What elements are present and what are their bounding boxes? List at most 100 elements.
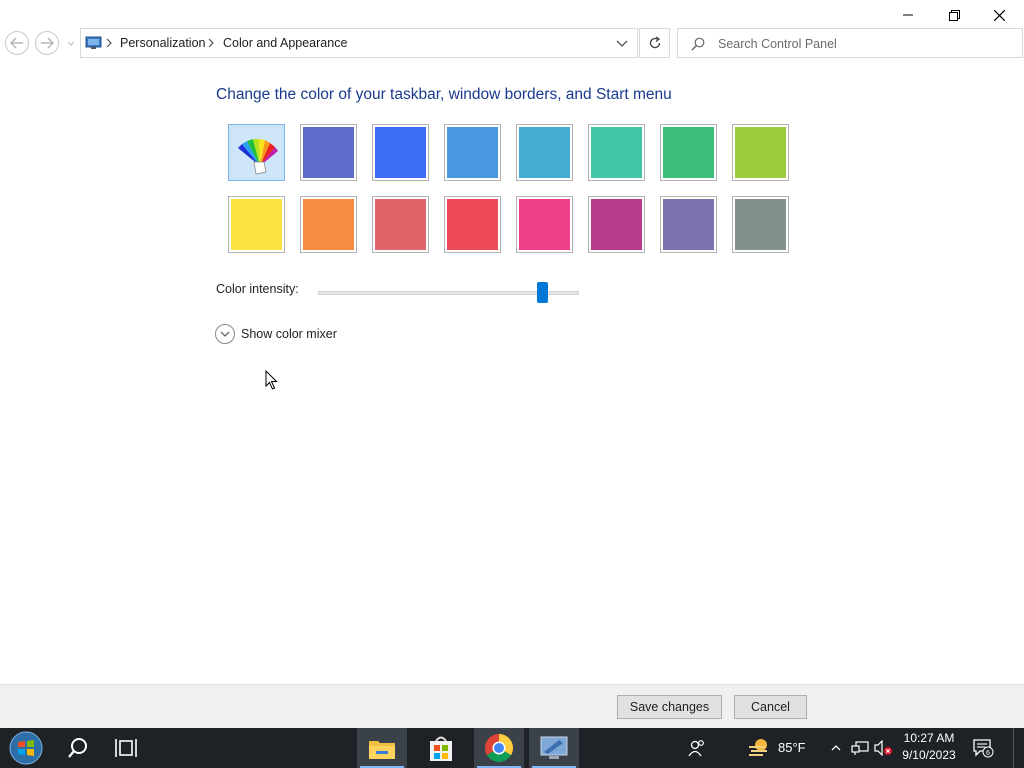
swatch-gray-green[interactable] — [732, 196, 789, 253]
cancel-button[interactable]: Cancel — [734, 695, 807, 719]
swatch-slate-blue[interactable] — [300, 124, 357, 181]
control-panel-icon — [85, 36, 102, 49]
search-taskbar-button[interactable] — [56, 728, 100, 768]
show-desktop-button[interactable] — [1013, 728, 1024, 768]
swatch-bright-blue[interactable] — [372, 124, 429, 181]
swatch-fill — [447, 127, 498, 178]
expand-circle — [215, 324, 235, 344]
clock-date: 9/10/2023 — [902, 748, 956, 762]
clock-time: 10:27 AM — [903, 731, 955, 745]
start-button[interactable] — [0, 728, 52, 768]
notification-count: 6 — [986, 750, 990, 757]
restore-icon — [948, 9, 960, 21]
task-view-icon — [115, 739, 137, 757]
swatch-fill — [375, 199, 426, 250]
back-button[interactable] — [5, 31, 29, 55]
forward-arrow-icon — [41, 37, 54, 49]
swatch-fill — [303, 127, 354, 178]
swatch-fill — [303, 199, 354, 250]
task-view-button[interactable] — [104, 728, 148, 768]
swatch-fill — [591, 127, 642, 178]
swatch-fill — [663, 127, 714, 178]
swatch-fill — [232, 128, 281, 177]
windows-start-orb-icon — [9, 731, 43, 765]
dialog-footer: Save changes Cancel — [0, 684, 1024, 728]
swatch-teal-blue[interactable] — [516, 124, 573, 181]
page-title: Change the color of your taskbar, window… — [216, 86, 672, 103]
taskbar-remote-desktop[interactable] — [529, 728, 579, 768]
taskbar-microsoft-store[interactable] — [416, 728, 466, 768]
system-clock[interactable]: 10:27 AM 9/10/2023 — [898, 730, 960, 764]
close-icon — [993, 9, 1005, 21]
swatch-fill — [591, 199, 642, 250]
people-button[interactable] — [684, 728, 710, 768]
color-intensity-thumb[interactable] — [536, 282, 548, 303]
show-color-mixer-label: Show color mixer — [241, 327, 337, 341]
swatch-pink[interactable] — [516, 196, 573, 253]
search-icon — [691, 37, 705, 51]
save-changes-button[interactable]: Save changes — [617, 695, 722, 719]
forward-button[interactable] — [35, 31, 59, 55]
network-icon — [851, 741, 869, 755]
remote-desktop-icon — [540, 736, 568, 759]
chevron-right-icon — [106, 38, 112, 48]
chevron-down-icon — [220, 331, 230, 337]
minimize-button[interactable] — [885, 0, 931, 30]
swatch-fill — [447, 199, 498, 250]
swatch-sky-blue[interactable] — [444, 124, 501, 181]
swatch-salmon[interactable] — [372, 196, 429, 253]
recent-locations-chevron-icon[interactable] — [66, 38, 76, 48]
show-color-mixer-toggle[interactable]: Show color mixer — [215, 324, 337, 344]
swatch-fill — [735, 199, 786, 250]
swatch-fill — [519, 199, 570, 250]
close-button[interactable] — [976, 0, 1022, 30]
swatch-lavender[interactable] — [660, 196, 717, 253]
taskbar-chrome[interactable] — [474, 728, 524, 768]
chevron-right-icon — [208, 38, 214, 48]
volume-button[interactable] — [872, 728, 894, 768]
microsoft-store-icon — [430, 736, 452, 761]
mouse-cursor-icon — [265, 370, 278, 390]
network-button[interactable] — [849, 728, 871, 768]
swatch-orange[interactable] — [300, 196, 357, 253]
volume-muted-icon — [874, 740, 892, 756]
restore-button[interactable] — [931, 0, 977, 30]
refresh-button[interactable] — [639, 28, 670, 58]
file-explorer-icon — [369, 741, 395, 759]
swatch-fill — [519, 127, 570, 178]
back-arrow-icon — [10, 37, 23, 49]
swatch-green[interactable] — [660, 124, 717, 181]
weather-widget[interactable] — [744, 728, 774, 768]
show-hidden-icons-button[interactable] — [828, 728, 844, 768]
search-input[interactable] — [718, 34, 1008, 54]
chevron-down-icon[interactable] — [616, 38, 628, 48]
notifications-icon: 6 — [973, 739, 994, 758]
swatch-fill — [663, 199, 714, 250]
breadcrumb-personalization[interactable]: Personalization — [120, 36, 205, 50]
action-center-button[interactable]: 6 — [966, 728, 1000, 768]
swatch-sea-green[interactable] — [588, 124, 645, 181]
color-intensity-label: Color intensity: — [216, 282, 299, 296]
people-icon — [688, 740, 704, 757]
breadcrumb-color-appearance[interactable]: Color and Appearance — [223, 36, 347, 50]
chrome-icon — [485, 734, 513, 762]
swatch-red[interactable] — [444, 196, 501, 253]
swatch-custom-palette[interactable] — [228, 124, 285, 181]
color-appearance-window: Personalization Color and Appearance Cha… — [0, 0, 1024, 728]
swatch-fill — [735, 127, 786, 178]
weather-haze-icon — [749, 739, 767, 756]
taskbar: 85°F 10:27 AM 9/10/2023 6 — [0, 728, 1024, 768]
search-box[interactable] — [677, 28, 1023, 58]
swatch-magenta[interactable] — [588, 196, 645, 253]
minimize-icon — [903, 14, 913, 16]
swatch-fill — [231, 199, 282, 250]
address-bar[interactable]: Personalization Color and Appearance — [80, 28, 638, 58]
color-palette-icon — [237, 138, 278, 174]
weather-temperature: 85°F — [778, 740, 806, 755]
swatch-fill — [375, 127, 426, 178]
swatch-yellow[interactable] — [228, 196, 285, 253]
refresh-icon — [649, 36, 660, 49]
taskbar-file-explorer[interactable] — [357, 728, 407, 768]
swatch-lime[interactable] — [732, 124, 789, 181]
chevron-up-icon — [831, 745, 841, 751]
